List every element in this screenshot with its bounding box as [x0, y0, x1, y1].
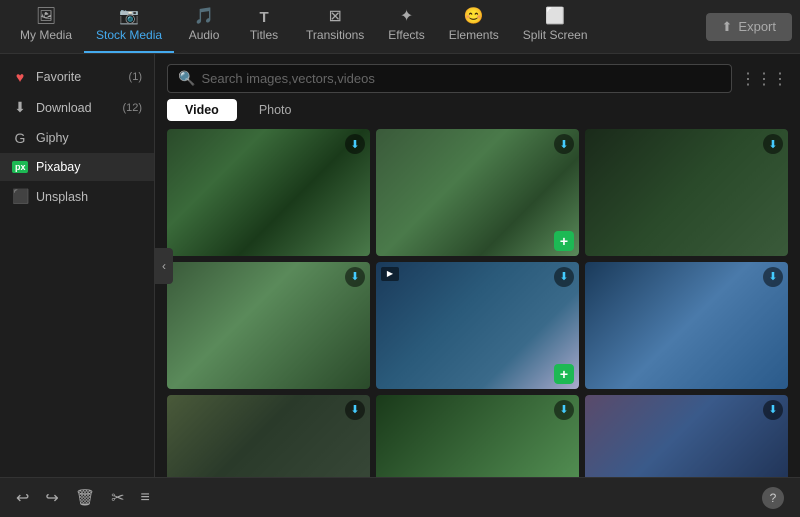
- my-media-icon: 🖼: [36, 9, 56, 25]
- pixabay-icon: px: [12, 161, 28, 173]
- nav-transitions[interactable]: ⊠ Transitions: [294, 0, 376, 53]
- giphy-icon: G: [12, 130, 28, 146]
- export-label: Export: [738, 19, 776, 34]
- nav-my-media[interactable]: 🖼 My Media: [8, 0, 84, 53]
- delete-button[interactable]: 🗑: [75, 488, 95, 508]
- sidebar-label-giphy: Giphy: [36, 131, 69, 145]
- nav-split-screen-label: Split Screen: [523, 28, 588, 42]
- media-thumb-4[interactable]: ⬇: [167, 262, 370, 389]
- nav-titles-label: Titles: [250, 28, 278, 42]
- thumb-8-download[interactable]: ⬇: [554, 400, 574, 420]
- content-area: ‹ 🔍 ⋮⋮⋮ Video Photo ⬇ ⬇ +: [155, 54, 800, 477]
- media-thumb-9[interactable]: ⬇: [585, 395, 788, 477]
- export-icon: ⬆: [722, 19, 733, 35]
- thumb-7-download[interactable]: ⬇: [345, 400, 365, 420]
- export-button[interactable]: ⬆ Export: [706, 13, 792, 41]
- media-grid-wrap: ⬇ ⬇ + ⬇ ⬇ ▶ ⬇ + ⬇: [155, 129, 800, 477]
- media-thumb-8[interactable]: ⬇: [376, 395, 579, 477]
- nav-effects[interactable]: ✦ Effects: [376, 0, 436, 53]
- nav-elements-label: Elements: [449, 28, 499, 42]
- thumb-2-download[interactable]: ⬇: [554, 134, 574, 154]
- thumb-5-download[interactable]: ⬇: [554, 267, 574, 287]
- tab-photo[interactable]: Photo: [241, 99, 310, 121]
- sidebar-item-giphy[interactable]: G Giphy: [0, 123, 154, 153]
- download-sidebar-icon: ⬇: [12, 99, 28, 116]
- tab-video[interactable]: Video: [167, 99, 237, 121]
- nav-stock-media-label: Stock Media: [96, 28, 162, 42]
- media-thumb-3[interactable]: ⬇: [585, 129, 788, 256]
- search-input-wrap: 🔍: [167, 64, 732, 93]
- nav-split-screen[interactable]: ⬜ Split Screen: [511, 0, 600, 53]
- media-thumb-5[interactable]: ▶ ⬇ +: [376, 262, 579, 389]
- nav-audio[interactable]: 🎵 Audio: [174, 0, 234, 53]
- sidebar-item-favorite[interactable]: ♥ Favorite (1): [0, 62, 154, 92]
- nav-elements[interactable]: 😊 Elements: [437, 0, 511, 53]
- media-thumb-2[interactable]: ⬇ +: [376, 129, 579, 256]
- media-thumb-1[interactable]: ⬇: [167, 129, 370, 256]
- thumb-1-download[interactable]: ⬇: [345, 134, 365, 154]
- stock-media-icon: 📷: [119, 9, 139, 25]
- sidebar-item-download[interactable]: ⬇ Download (12): [0, 92, 154, 123]
- media-thumb-6[interactable]: ⬇: [585, 262, 788, 389]
- effects-icon: ✦: [400, 9, 413, 25]
- thumb-4-download[interactable]: ⬇: [345, 267, 365, 287]
- sidebar-label-pixabay: Pixabay: [36, 160, 80, 174]
- unsplash-icon: ⬛: [12, 188, 28, 205]
- thumb-5-video-icon: ▶: [381, 267, 399, 281]
- thumb-5-add[interactable]: +: [554, 364, 574, 384]
- nav-audio-label: Audio: [189, 28, 220, 42]
- download-count: (12): [122, 102, 142, 114]
- sidebar-item-pixabay[interactable]: px Pixabay: [0, 153, 154, 181]
- nav-stock-media[interactable]: 📷 Stock Media: [84, 0, 174, 53]
- sidebar-label-favorite: Favorite: [36, 70, 81, 84]
- help-button[interactable]: ?: [762, 487, 784, 509]
- sidebar: ♥ Favorite (1) ⬇ Download (12) G Giphy p…: [0, 54, 155, 477]
- thumb-2-add[interactable]: +: [554, 231, 574, 251]
- cut-button[interactable]: ✂: [111, 488, 124, 508]
- list-button[interactable]: ≡: [141, 489, 150, 507]
- search-input[interactable]: [201, 71, 721, 86]
- top-nav: 🖼 My Media 📷 Stock Media 🎵 Audio T Title…: [0, 0, 800, 54]
- thumb-9-download[interactable]: ⬇: [763, 400, 783, 420]
- sidebar-collapse-arrow[interactable]: ‹: [155, 248, 173, 284]
- thumb-6-download[interactable]: ⬇: [763, 267, 783, 287]
- undo-button[interactable]: ↩: [16, 488, 29, 508]
- main-area: ♥ Favorite (1) ⬇ Download (12) G Giphy p…: [0, 54, 800, 477]
- sidebar-item-unsplash[interactable]: ⬛ Unsplash: [0, 181, 154, 212]
- redo-button[interactable]: ↪: [45, 488, 58, 508]
- grid-view-icon[interactable]: ⋮⋮⋮: [740, 69, 788, 89]
- split-screen-icon: ⬜: [545, 9, 565, 25]
- media-grid: ⬇ ⬇ + ⬇ ⬇ ▶ ⬇ + ⬇: [167, 129, 788, 477]
- search-icon: 🔍: [178, 70, 195, 87]
- sidebar-label-download: Download: [36, 101, 92, 115]
- transitions-icon: ⊠: [328, 9, 341, 25]
- nav-effects-label: Effects: [388, 28, 424, 42]
- elements-icon: 😊: [464, 9, 484, 25]
- nav-transitions-label: Transitions: [306, 28, 364, 42]
- audio-icon: 🎵: [194, 9, 214, 25]
- media-thumb-7[interactable]: ⬇: [167, 395, 370, 477]
- titles-icon: T: [259, 10, 268, 25]
- heart-icon: ♥: [12, 69, 28, 85]
- bottom-toolbar: ↩ ↪ 🗑 ✂ ≡ ?: [0, 477, 800, 517]
- search-bar: 🔍 ⋮⋮⋮: [155, 54, 800, 99]
- nav-my-media-label: My Media: [20, 28, 72, 42]
- nav-titles[interactable]: T Titles: [234, 0, 294, 53]
- thumb-3-download[interactable]: ⬇: [763, 134, 783, 154]
- favorite-count: (1): [129, 71, 142, 83]
- tab-row: Video Photo: [155, 99, 800, 121]
- sidebar-label-unsplash: Unsplash: [36, 190, 88, 204]
